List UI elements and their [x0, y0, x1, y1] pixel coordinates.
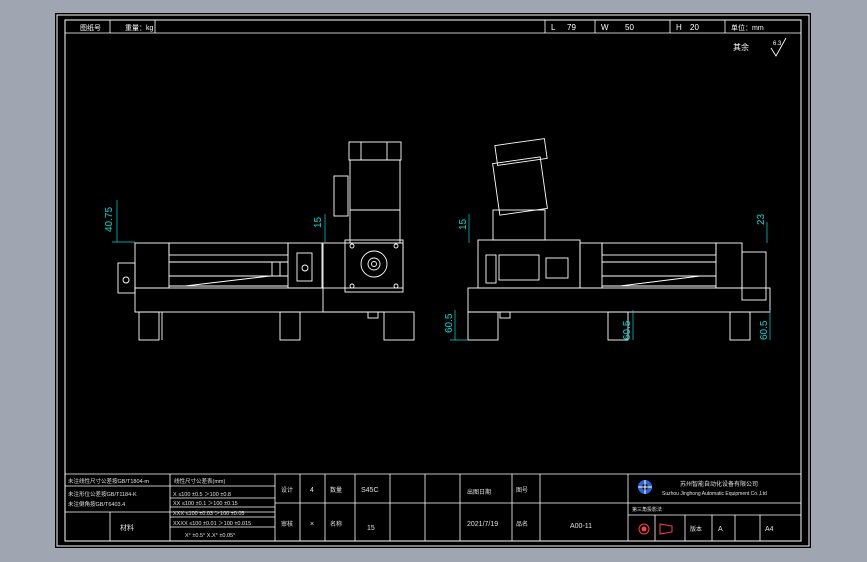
checker-label: 审核: [281, 520, 293, 528]
sheet-size-value: A4: [765, 526, 774, 533]
tolerance-row-2: XX ≤100 ±0.1 ＞100 ±0.15: [173, 501, 238, 507]
header-drawing-no-label: 图纸号: [80, 23, 101, 32]
header-unit-label: 单位：mm: [731, 23, 764, 32]
header-H-value: 20: [690, 23, 699, 32]
tolerance-header: 线性尺寸公差表(mm): [174, 477, 225, 485]
header-L-label: L: [551, 23, 556, 32]
dim-60-5-c: 60.5: [759, 320, 770, 340]
version-value: A: [718, 526, 723, 533]
x-mark: ×: [310, 521, 314, 528]
scale-value: 15: [367, 525, 375, 532]
dim-60-5-a: 60.5: [444, 313, 455, 333]
part-label: 品名: [516, 520, 528, 528]
designer-label: 设计: [281, 486, 293, 494]
drawing-no-label: 图号: [516, 487, 528, 494]
note-chamfer: 未注倒角按GB/T6403.4: [68, 500, 125, 508]
date-label: 出图日期: [467, 488, 491, 496]
roughness-value: 6.3: [773, 41, 782, 47]
header-H-label: H: [676, 23, 682, 32]
company-name-en: Suzhou Jinghong Automatic Equipment Co.,…: [662, 491, 767, 497]
note-form-tolerance: 未注形位公差按GB/T1184-K: [68, 490, 137, 498]
third-angle-label: 第三角投影法: [632, 506, 662, 513]
cad-drawing-viewport[interactable]: 图纸号 重量：kg L 79 W 50 H 20 单位：mm 其余 6.3 40…: [0, 0, 867, 562]
dim-40-75: 40.75: [104, 207, 115, 232]
date-value: 2021/7/19: [467, 521, 498, 528]
material-label: 材料: [120, 523, 134, 532]
name-label: 名称: [330, 520, 342, 528]
quantity-value: 4: [310, 487, 314, 494]
header-W-value: 50: [625, 23, 634, 32]
company-logo: [638, 480, 652, 494]
tolerance-row-3: XXX ≤100 ±0.03 ＞100 ±0.05: [173, 511, 244, 517]
drawing-sheet: [55, 13, 811, 548]
company-name-cn: 苏州智能自动化设备有限公司: [680, 480, 758, 488]
tolerance-row-4: XXXX ≤100 ±0.01 ＞100 ±0.015: [173, 521, 251, 527]
tolerance-angle: X° ±0.5° X.X° ±0.05°: [185, 533, 235, 539]
tolerance-row-1: X ≤100 ±0.5 ＞100 ±0.8: [173, 492, 231, 498]
version-label: 版本: [690, 525, 702, 533]
drawing-no-value: A00-11: [570, 523, 592, 530]
quantity-label: 数量: [330, 486, 342, 494]
header-weight-label: 重量：kg: [125, 24, 153, 32]
roughness-label: 其余: [733, 42, 749, 52]
dim-23: 23: [756, 213, 767, 225]
header-L-value: 79: [567, 23, 576, 32]
note-linear-tolerance: 未注线性尺寸公差按GB/T1804-m: [68, 477, 149, 485]
dim-15-left: 15: [313, 216, 324, 228]
header-W-label: W: [601, 23, 609, 32]
dim-60-5-b: 60.5: [622, 320, 633, 340]
material-value: S45C: [361, 487, 379, 494]
dim-15-right: 15: [458, 218, 469, 230]
